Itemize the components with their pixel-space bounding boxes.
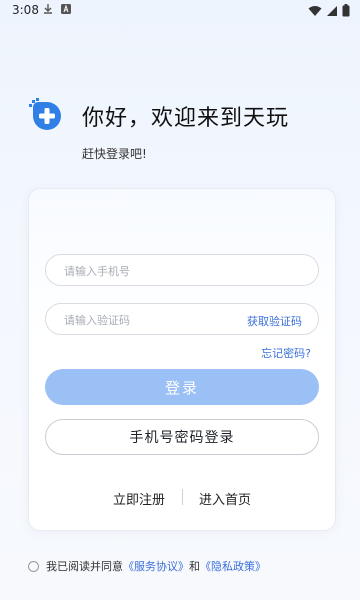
agreement-checkbox[interactable] — [28, 560, 39, 572]
privacy-policy-link[interactable]: 《隐私政策》 — [200, 558, 266, 574]
status-right-group — [308, 4, 350, 17]
link-divider — [182, 489, 183, 505]
status-time: 3:08 — [12, 3, 39, 17]
phone-input[interactable] — [62, 255, 236, 287]
register-link[interactable]: 立即注册 — [113, 489, 165, 508]
enter-home-link[interactable]: 进入首页 — [199, 489, 251, 508]
download-icon — [44, 4, 52, 14]
app-notification-icon — [61, 4, 71, 14]
code-field[interactable]: 获取验证码 — [45, 303, 319, 336]
service-agreement-link[interactable]: 《服务协议》 — [123, 558, 189, 574]
agreement-row: 我已阅读并同意 《服务协议》 和 《隐私政策》 — [28, 558, 266, 574]
login-button[interactable]: 登录 — [45, 369, 319, 405]
login-card: 获取验证码 忘记密码? 登录 手机号密码登录 立即注册 进入首页 — [28, 188, 336, 531]
password-login-button[interactable]: 手机号密码登录 — [45, 419, 319, 455]
forgot-password-link[interactable]: 忘记密码? — [261, 345, 311, 361]
app-logo-icon — [29, 98, 61, 130]
signal-icon — [327, 5, 337, 16]
welcome-title: 你好，欢迎来到天玩 — [82, 106, 290, 131]
wifi-icon — [308, 5, 322, 16]
code-input[interactable] — [62, 304, 236, 336]
agreement-conjunction: 和 — [189, 560, 200, 573]
status-bar: 3:08 — [0, 0, 360, 22]
agreement-prefix: 我已阅读并同意 — [46, 560, 123, 573]
get-code-button[interactable]: 获取验证码 — [247, 313, 302, 329]
welcome-subtitle: 赶快登录吧! — [82, 147, 147, 161]
phone-field[interactable] — [45, 254, 319, 287]
battery-icon — [342, 4, 350, 17]
